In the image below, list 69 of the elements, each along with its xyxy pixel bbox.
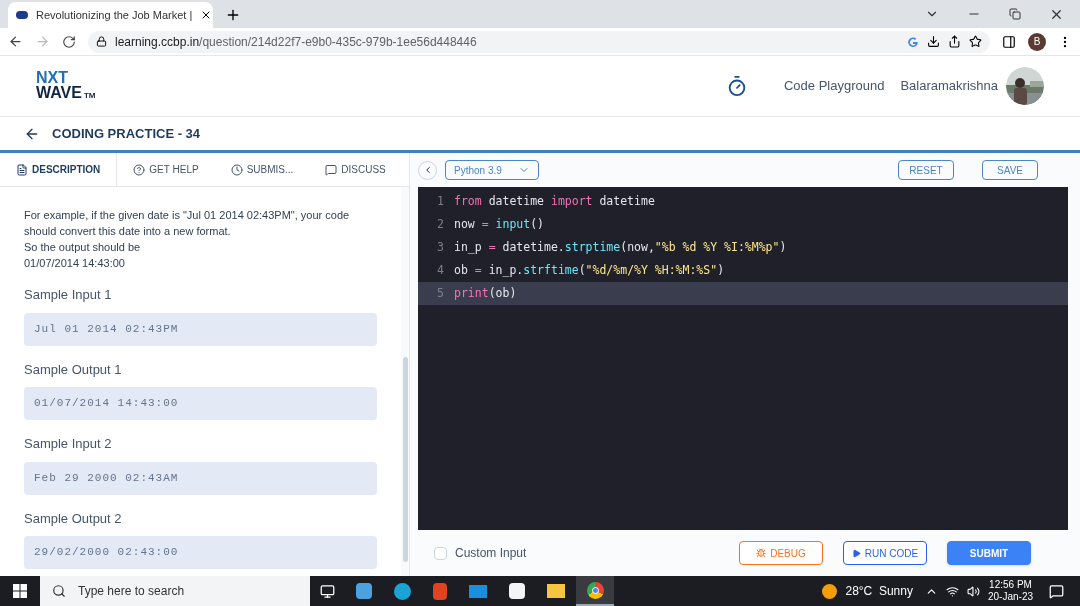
weather-icon[interactable] <box>822 583 838 599</box>
code-line: print(ob) <box>454 284 517 302</box>
google-icon[interactable] <box>907 35 919 48</box>
restore-icon[interactable] <box>1009 8 1021 20</box>
notification-icon[interactable] <box>1049 583 1064 599</box>
panel-tab[interactable]: SUBMIS... <box>214 153 310 186</box>
weather-text[interactable]: 28°C Sunny <box>845 582 913 600</box>
submit-button[interactable]: SUBMIT <box>947 541 1031 565</box>
panel-tab[interactable]: GET HELP <box>117 153 215 186</box>
code-line: in_p = datetime.strptime(now,"%b %d %Y %I:%M%p") <box>454 238 787 256</box>
chrome-taskbar-button[interactable] <box>576 576 614 606</box>
app-icon[interactable] <box>356 583 372 599</box>
search-icon <box>52 584 66 598</box>
page-title: CODING PRACTICE - 34 <box>52 124 201 143</box>
profile-avatar[interactable]: B <box>1028 32 1046 51</box>
language-select[interactable]: Python 3.9 <box>445 160 539 180</box>
help-icon <box>133 163 146 176</box>
wifi-icon[interactable] <box>945 584 959 598</box>
sample-box: Feb 29 2000 02:43AM <box>24 461 377 495</box>
code-editor[interactable]: 1 from datetime import datetime 2 now = input() 3 in_p = datetime.strptime(now,"%b %d %Y %I:%M%p") 4 ob = in_p.strftime("%d/%m/%Y %H:%M:%S") 5 print(ob) <box>418 187 1068 530</box>
nav-link[interactable]: Code Playground <box>784 76 885 96</box>
windows-start-icon[interactable] <box>13 584 27 598</box>
description-icon <box>16 163 28 176</box>
panel-tab[interactable]: DISCUSS <box>309 153 402 186</box>
install-icon[interactable] <box>927 35 940 48</box>
side-panel-icon[interactable] <box>1002 34 1016 49</box>
volume-icon[interactable] <box>966 584 980 598</box>
run-button[interactable]: RUN CODE <box>843 541 927 565</box>
line-number: 4 <box>436 261 444 279</box>
editor-button[interactable]: SAVE <box>982 160 1038 180</box>
bug-icon <box>756 548 767 558</box>
code-line: now = input() <box>454 215 545 233</box>
back-icon[interactable] <box>8 34 23 49</box>
line-number: 3 <box>436 238 444 256</box>
submissions-icon <box>230 163 243 176</box>
sample-label: Sample Output 1 <box>24 360 123 379</box>
sample-box: 01/07/2014 14:43:00 <box>24 387 377 420</box>
timer-icon[interactable] <box>726 75 748 97</box>
code-line: from datetime import datetime <box>454 192 655 210</box>
url: learning.ccbp.in/question/214d22f7-e9b0-435c-979b-1ee56d448446 <box>115 33 477 51</box>
editor-button[interactable]: RESET <box>898 160 954 180</box>
browser-tab[interactable]: Revolutionizing the Job Market | <box>8 2 213 28</box>
scrollbar[interactable] <box>402 357 408 562</box>
share-icon[interactable] <box>948 35 961 48</box>
line-number: 1 <box>436 192 444 210</box>
sample-box: Jul 01 2014 02:43PM <box>24 312 377 346</box>
taskbar-search[interactable]: Type here to search <box>40 576 310 606</box>
sample-label: Sample Input 2 <box>24 435 113 453</box>
logo[interactable]: NXT WAVE TM <box>36 69 96 103</box>
sample-label: Sample Output 2 <box>24 509 123 528</box>
new-tab-icon[interactable] <box>225 7 241 23</box>
code-line: ob = in_p.strftime("%d/%m/%Y %H:%M:%S") <box>454 261 725 279</box>
lock-icon <box>96 36 107 47</box>
play-icon <box>851 548 861 558</box>
sample-label: Sample Input 1 <box>24 286 113 304</box>
address-bar[interactable]: learning.ccbp.in/question/214d22f7-e9b0-435c-979b-1ee56d448446 <box>88 30 990 53</box>
checkbox[interactable] <box>434 546 447 560</box>
discuss-icon <box>325 163 338 176</box>
task-view-icon[interactable] <box>320 583 335 599</box>
bookmark-icon[interactable] <box>969 35 982 48</box>
user-name[interactable]: Balaramakrishna <box>900 76 998 96</box>
site-icon <box>16 11 28 19</box>
sample-box: 29/02/2000 02:43:00 <box>24 536 377 569</box>
description-text: For example, if the given date is "Jul 01 2014 02:43PM", your code should convert this date into a new format. So the output should be 01/07/2014 14:43:00 <box>24 208 351 271</box>
line-number: 5 <box>436 284 444 302</box>
reload-icon[interactable] <box>62 34 76 49</box>
checkbox-label[interactable]: Custom Input <box>455 544 527 562</box>
clock[interactable]: 12:56 PM 20-Jan-23 <box>987 579 1033 603</box>
line-number: 2 <box>436 215 444 233</box>
